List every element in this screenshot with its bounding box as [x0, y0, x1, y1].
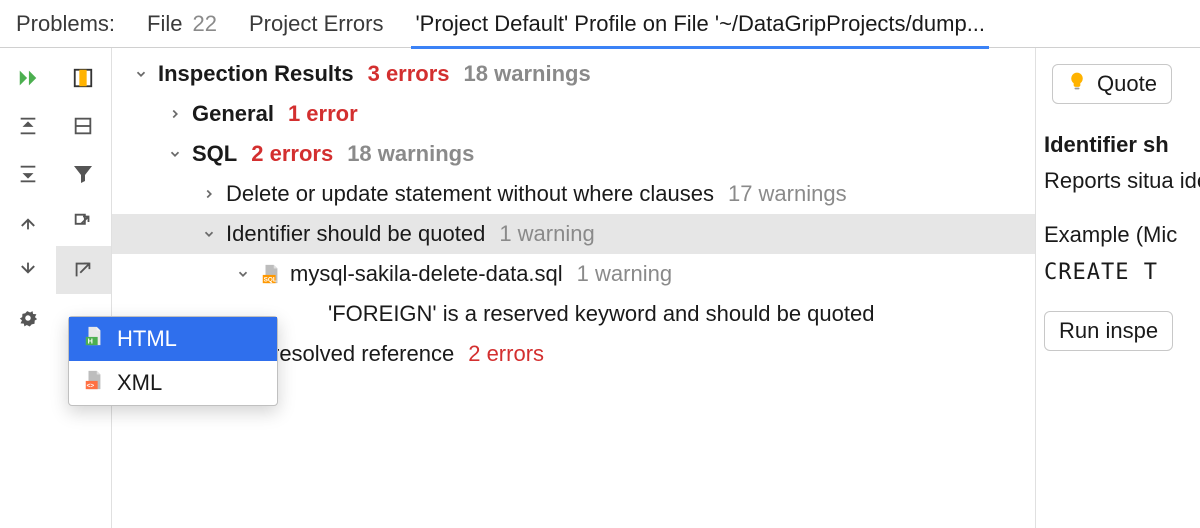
detail-body: Reports situa identifier nam: [1044, 166, 1200, 196]
tab-project-errors[interactable]: Project Errors: [249, 11, 383, 37]
export-html-label: HTML: [117, 326, 177, 352]
html-file-icon: H: [83, 325, 105, 353]
settings-button[interactable]: [0, 294, 56, 342]
autoscroll-button[interactable]: [56, 102, 112, 150]
xml-file-icon: <>: [83, 369, 105, 397]
tab-profile[interactable]: 'Project Default' Profile on File '~/Dat…: [415, 11, 985, 37]
export-popup-menu: H HTML <> XML: [68, 316, 278, 406]
tree-sql-label: SQL: [192, 141, 237, 167]
tab-file-label: File: [147, 11, 182, 37]
tree-delete-label: Delete or update statement without where…: [226, 181, 714, 207]
inspection-detail-panel: Quote Identifier sh Reports situa identi…: [1035, 48, 1200, 528]
quote-button[interactable]: Quote: [1052, 64, 1172, 104]
tree-root-label: Inspection Results: [158, 61, 354, 87]
chevron-down-icon[interactable]: [124, 67, 158, 81]
lightbulb-icon: [1067, 71, 1087, 97]
svg-text:SQL: SQL: [264, 276, 277, 283]
filter-button[interactable]: [56, 150, 112, 198]
export-xml-item[interactable]: <> XML: [69, 361, 277, 405]
tree-sql-errors: 2 errors: [251, 141, 333, 167]
detail-example: Example (Mic: [1044, 222, 1200, 248]
export-results-button[interactable]: [56, 246, 112, 294]
detail-code: CREATE T: [1044, 260, 1200, 285]
svg-text:<>: <>: [87, 382, 95, 389]
tree-delete-stmt[interactable]: Delete or update statement without where…: [112, 174, 1035, 214]
tab-profile-label: 'Project Default' Profile on File '~/Dat…: [415, 11, 985, 37]
tab-project-errors-label: Project Errors: [249, 11, 383, 37]
svg-text:H: H: [88, 336, 93, 345]
tree-identifier-label: Identifier should be quoted: [226, 221, 485, 247]
chevron-right-icon[interactable]: [192, 187, 226, 201]
run-inspection-label: Run inspe: [1059, 318, 1158, 344]
tree-identifier-quoted[interactable]: Identifier should be quoted 1 warning: [112, 214, 1035, 254]
tree-root-errors: 3 errors: [368, 61, 450, 87]
export-button[interactable]: [56, 198, 112, 246]
chevron-down-icon[interactable]: [192, 227, 226, 241]
chevron-right-icon[interactable]: [158, 107, 192, 121]
tree-sql-file[interactable]: SQL mysql-sakila-delete-data.sql 1 warni…: [112, 254, 1035, 294]
tree-unresolved-err: 2 errors: [468, 341, 544, 367]
tree-general-errors: 1 error: [288, 101, 358, 127]
quote-button-label: Quote: [1097, 71, 1157, 97]
prev-button[interactable]: [0, 198, 56, 246]
detail-title: Identifier sh: [1044, 132, 1200, 158]
tree-file-label: mysql-sakila-delete-data.sql: [290, 261, 563, 287]
rerun-button[interactable]: [0, 54, 56, 102]
tree-identifier-warn: 1 warning: [499, 221, 594, 247]
tab-file[interactable]: File 22: [147, 11, 217, 37]
tree-general[interactable]: General 1 error: [112, 94, 1035, 134]
export-xml-label: XML: [117, 370, 162, 396]
chevron-down-icon[interactable]: [158, 147, 192, 161]
chevron-down-icon[interactable]: [226, 267, 260, 281]
tree-delete-warn: 17 warnings: [728, 181, 847, 207]
inspection-tree[interactable]: Inspection Results 3 errors 18 warnings …: [112, 48, 1035, 528]
tree-sql-warnings: 18 warnings: [347, 141, 474, 167]
sql-file-icon: SQL: [260, 263, 282, 285]
next-button[interactable]: [0, 246, 56, 294]
tree-file-warn: 1 warning: [577, 261, 672, 287]
tree-foreign-label: 'FOREIGN' is a reserved keyword and shou…: [294, 301, 874, 327]
expand-all-button[interactable]: [0, 102, 56, 150]
tab-file-count: 22: [193, 11, 217, 37]
tree-general-label: General: [192, 101, 274, 127]
tree-unresolved-label: resolved reference: [272, 341, 454, 367]
export-html-item[interactable]: H HTML: [69, 317, 277, 361]
tree-root[interactable]: Inspection Results 3 errors 18 warnings: [112, 54, 1035, 94]
tree-root-warnings: 18 warnings: [464, 61, 591, 87]
inspection-toolbar: [0, 48, 112, 528]
tree-sql[interactable]: SQL 2 errors 18 warnings: [112, 134, 1035, 174]
collapse-all-button[interactable]: [0, 150, 56, 198]
highlight-button[interactable]: [56, 54, 112, 102]
problems-label: Problems:: [16, 11, 115, 37]
main-layout: Inspection Results 3 errors 18 warnings …: [0, 48, 1200, 528]
run-inspection-button[interactable]: Run inspe: [1044, 311, 1173, 351]
header-tabs: Problems: File 22 Project Errors 'Projec…: [0, 0, 1200, 48]
